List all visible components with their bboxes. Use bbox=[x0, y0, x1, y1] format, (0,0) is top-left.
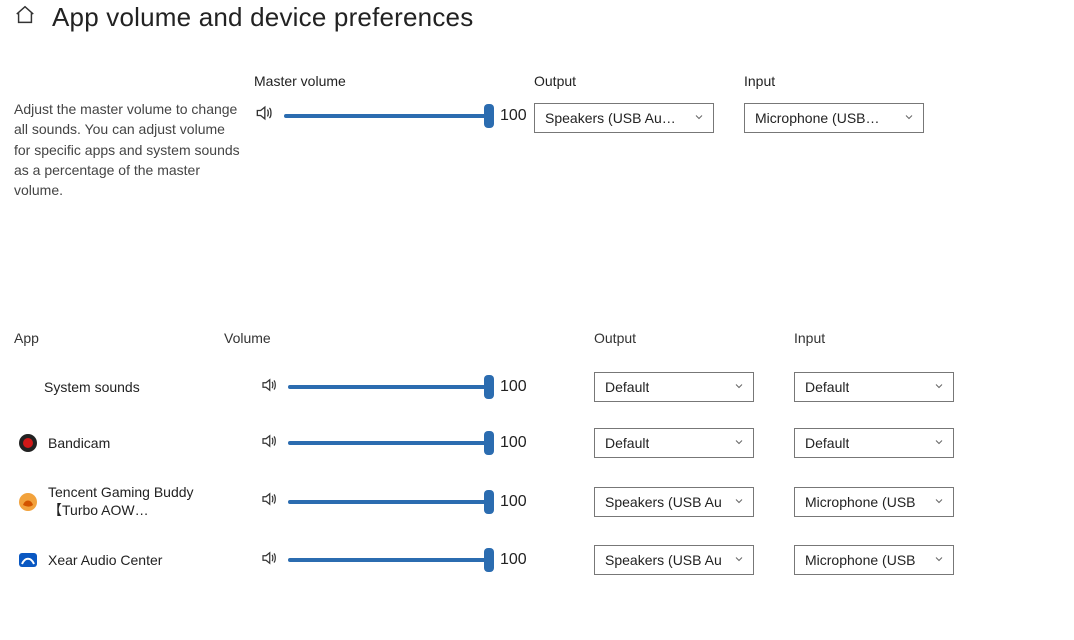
chevron-down-icon bbox=[733, 494, 745, 510]
app-volume-slider[interactable] bbox=[288, 500, 490, 504]
app-icon-xear bbox=[18, 550, 38, 570]
chevron-down-icon bbox=[903, 110, 915, 126]
app-icon-bandicam bbox=[18, 433, 38, 453]
speaker-icon[interactable] bbox=[260, 432, 278, 455]
app-name-cell: System sounds bbox=[14, 379, 214, 397]
app-input-dropdown[interactable]: Default bbox=[794, 428, 954, 458]
chevron-down-icon bbox=[693, 110, 705, 126]
speaker-icon[interactable] bbox=[254, 103, 274, 128]
app-input-dropdown[interactable]: Default bbox=[794, 372, 954, 402]
app-name-cell: Tencent Gaming Buddy【Turbo AOW… bbox=[14, 484, 214, 519]
app-output-dropdown[interactable]: Default bbox=[594, 428, 754, 458]
master-volume-value: 100 bbox=[500, 107, 534, 125]
app-volume-slider[interactable] bbox=[288, 441, 490, 445]
speaker-icon[interactable] bbox=[260, 490, 278, 513]
app-output-dropdown[interactable]: Speakers (USB Au bbox=[594, 545, 754, 575]
app-output-dropdown[interactable]: Speakers (USB Au bbox=[594, 487, 754, 517]
app-name-label: Bandicam bbox=[48, 435, 110, 453]
app-name-cell: Xear Audio Center bbox=[14, 550, 214, 570]
app-row: System sounds 100 Default Default bbox=[14, 372, 1060, 402]
app-row: Tencent Gaming Buddy【Turbo AOW… 100 Speake… bbox=[14, 484, 1060, 519]
master-description: Adjust the master volume to change all s… bbox=[14, 99, 254, 200]
chevron-down-icon bbox=[933, 552, 945, 568]
app-volume-value: 100 bbox=[500, 551, 534, 569]
speaker-icon[interactable] bbox=[260, 376, 278, 399]
master-output-dropdown[interactable]: Speakers (USB Au… bbox=[534, 103, 714, 133]
app-name-label: Tencent Gaming Buddy【Turbo AOW… bbox=[48, 484, 208, 519]
app-name-label: System sounds bbox=[44, 379, 140, 397]
chevron-down-icon bbox=[933, 435, 945, 451]
apps-header-output: Output bbox=[584, 330, 784, 346]
master-volume-label: Master volume bbox=[254, 73, 534, 89]
master-input-label: Input bbox=[744, 73, 954, 89]
app-name-cell: Bandicam bbox=[14, 433, 214, 453]
app-icon-tencent bbox=[18, 492, 38, 512]
chevron-down-icon bbox=[733, 435, 745, 451]
app-name-label: Xear Audio Center bbox=[48, 552, 162, 570]
chevron-down-icon bbox=[733, 552, 745, 568]
app-volume-slider[interactable] bbox=[288, 385, 490, 389]
home-icon[interactable] bbox=[14, 4, 36, 31]
apps-header-volume: Volume bbox=[214, 330, 534, 346]
page-title: App volume and device preferences bbox=[52, 2, 473, 33]
chevron-down-icon bbox=[733, 379, 745, 395]
app-volume-value: 100 bbox=[500, 378, 534, 396]
app-volume-value: 100 bbox=[500, 434, 534, 452]
chevron-down-icon bbox=[933, 379, 945, 395]
speaker-icon[interactable] bbox=[260, 549, 278, 572]
master-input-dropdown[interactable]: Microphone (USB… bbox=[744, 103, 924, 133]
master-output-label: Output bbox=[534, 73, 744, 89]
app-input-dropdown[interactable]: Microphone (USB bbox=[794, 545, 954, 575]
app-row: Bandicam 100 Default Default bbox=[14, 428, 1060, 458]
app-output-dropdown[interactable]: Default bbox=[594, 372, 754, 402]
apps-header-input: Input bbox=[784, 330, 984, 346]
app-volume-slider[interactable] bbox=[288, 558, 490, 562]
app-volume-value: 100 bbox=[500, 493, 534, 511]
chevron-down-icon bbox=[933, 494, 945, 510]
app-input-dropdown[interactable]: Microphone (USB bbox=[794, 487, 954, 517]
apps-header-app: App bbox=[14, 330, 214, 346]
master-volume-slider[interactable] bbox=[284, 114, 490, 118]
app-row: Xear Audio Center 100 Speakers (USB Au Micr… bbox=[14, 545, 1060, 575]
